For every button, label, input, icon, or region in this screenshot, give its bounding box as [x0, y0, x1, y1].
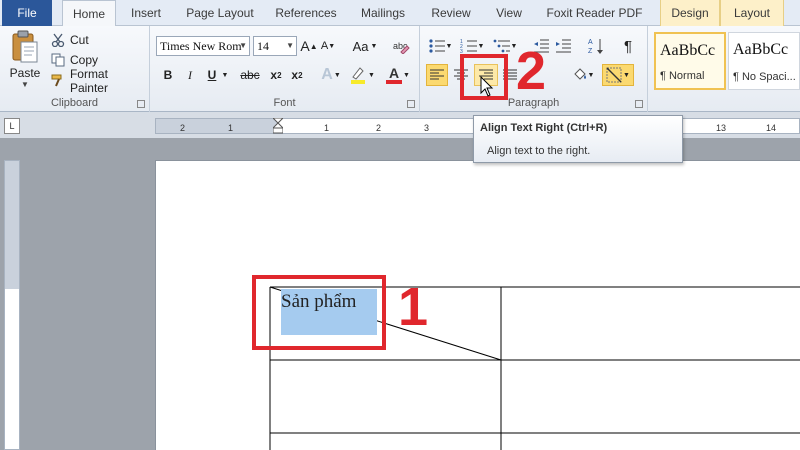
step1-highlight-box: [252, 275, 386, 350]
tooltip-title: Align Text Right (Ctrl+R): [480, 122, 608, 134]
step1-number: 1: [398, 277, 429, 337]
align-right-tooltip: Align Text Right (Ctrl+R) Align text to …: [473, 115, 683, 163]
step2-number: 2: [516, 41, 547, 101]
tooltip-description: Align text to the right.: [487, 145, 591, 157]
document-table[interactable]: [0, 0, 800, 450]
mouse-pointer-icon: [480, 76, 494, 97]
